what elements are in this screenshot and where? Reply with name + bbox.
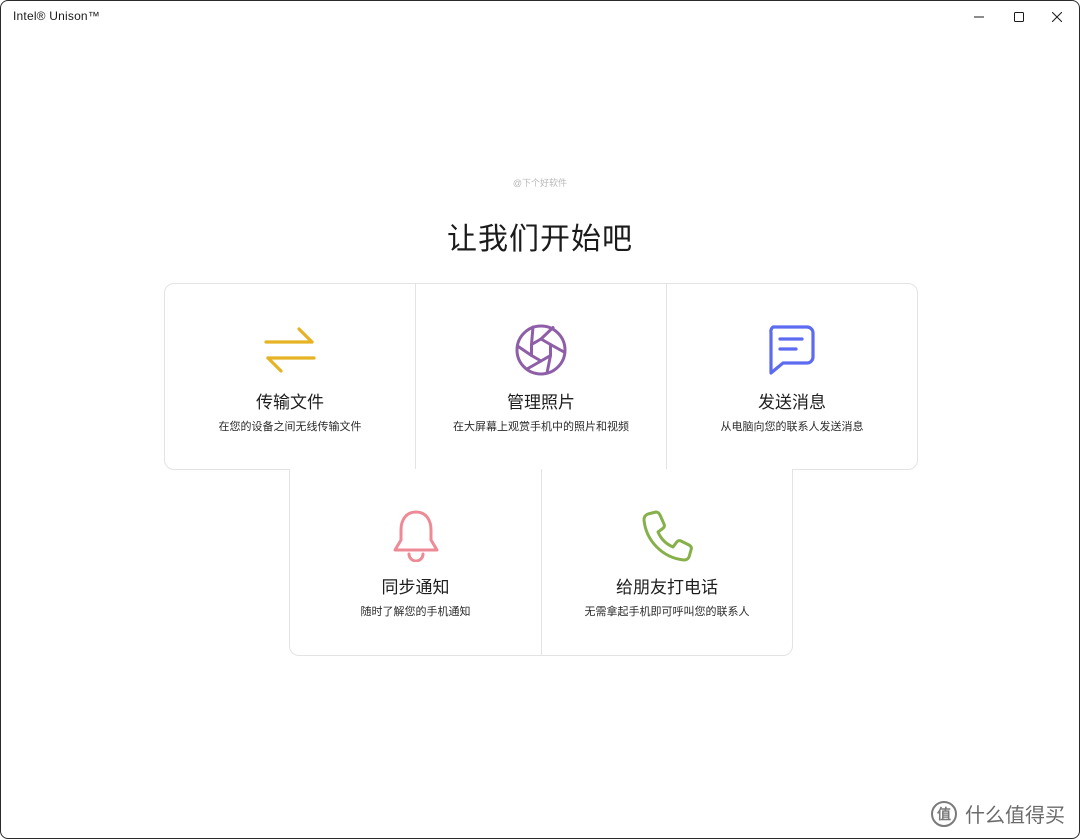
brand-logo-icon: 值 xyxy=(931,800,957,827)
minimize-button[interactable] xyxy=(959,1,999,33)
feature-card-call-friends[interactable]: 给朋友打电话 无需拿起手机即可呼叫您的联系人 xyxy=(541,469,793,656)
transfer-arrows-icon xyxy=(260,320,320,380)
close-icon xyxy=(1052,12,1062,22)
card-title: 同步通知 xyxy=(381,578,450,597)
title-bar[interactable]: Intel® Unison™ xyxy=(1,1,1079,33)
page-title: 让我们开始吧 xyxy=(447,223,633,256)
maximize-button[interactable] xyxy=(999,1,1039,33)
window-title: Intel® Unison™ xyxy=(13,9,101,23)
bell-icon xyxy=(386,505,446,565)
camera-aperture-icon xyxy=(511,320,571,380)
feature-card-transfer-files[interactable]: 传输文件 在您的设备之间无线传输文件 xyxy=(164,283,416,470)
chat-message-icon xyxy=(762,320,822,380)
card-title: 给朋友打电话 xyxy=(616,578,718,597)
card-description: 无需拿起手机即可呼叫您的联系人 xyxy=(584,606,750,618)
feature-card-send-messages[interactable]: 发送消息 从电脑向您的联系人发送消息 xyxy=(666,283,918,470)
feature-card-sync-notifications[interactable]: 同步通知 随时了解您的手机通知 xyxy=(289,469,542,656)
brand-watermark: 值 什么值得买 xyxy=(931,799,1065,828)
feature-card-manage-photos[interactable]: 管理照片 在大屏幕上观赏手机中的照片和视频 xyxy=(415,283,667,470)
minimize-icon xyxy=(974,16,984,18)
card-description: 在大屏幕上观赏手机中的照片和视频 xyxy=(453,421,629,433)
card-title: 发送消息 xyxy=(758,393,826,412)
watermark-text: @下个好软件 xyxy=(512,178,568,188)
app-window: Intel® Unison™ @下个好软件 让我们开始吧 传输文件 在您的设备之… xyxy=(0,0,1080,839)
card-description: 随时了解您的手机通知 xyxy=(360,606,471,618)
card-title: 传输文件 xyxy=(256,393,324,412)
card-description: 从电脑向您的联系人发送消息 xyxy=(720,421,864,433)
card-title: 管理照片 xyxy=(507,393,575,412)
close-button[interactable] xyxy=(1037,1,1077,33)
maximize-icon xyxy=(1014,12,1024,22)
card-description: 在您的设备之间无线传输文件 xyxy=(218,421,362,433)
brand-text: 什么值得买 xyxy=(965,805,1065,827)
phone-icon xyxy=(637,505,697,565)
